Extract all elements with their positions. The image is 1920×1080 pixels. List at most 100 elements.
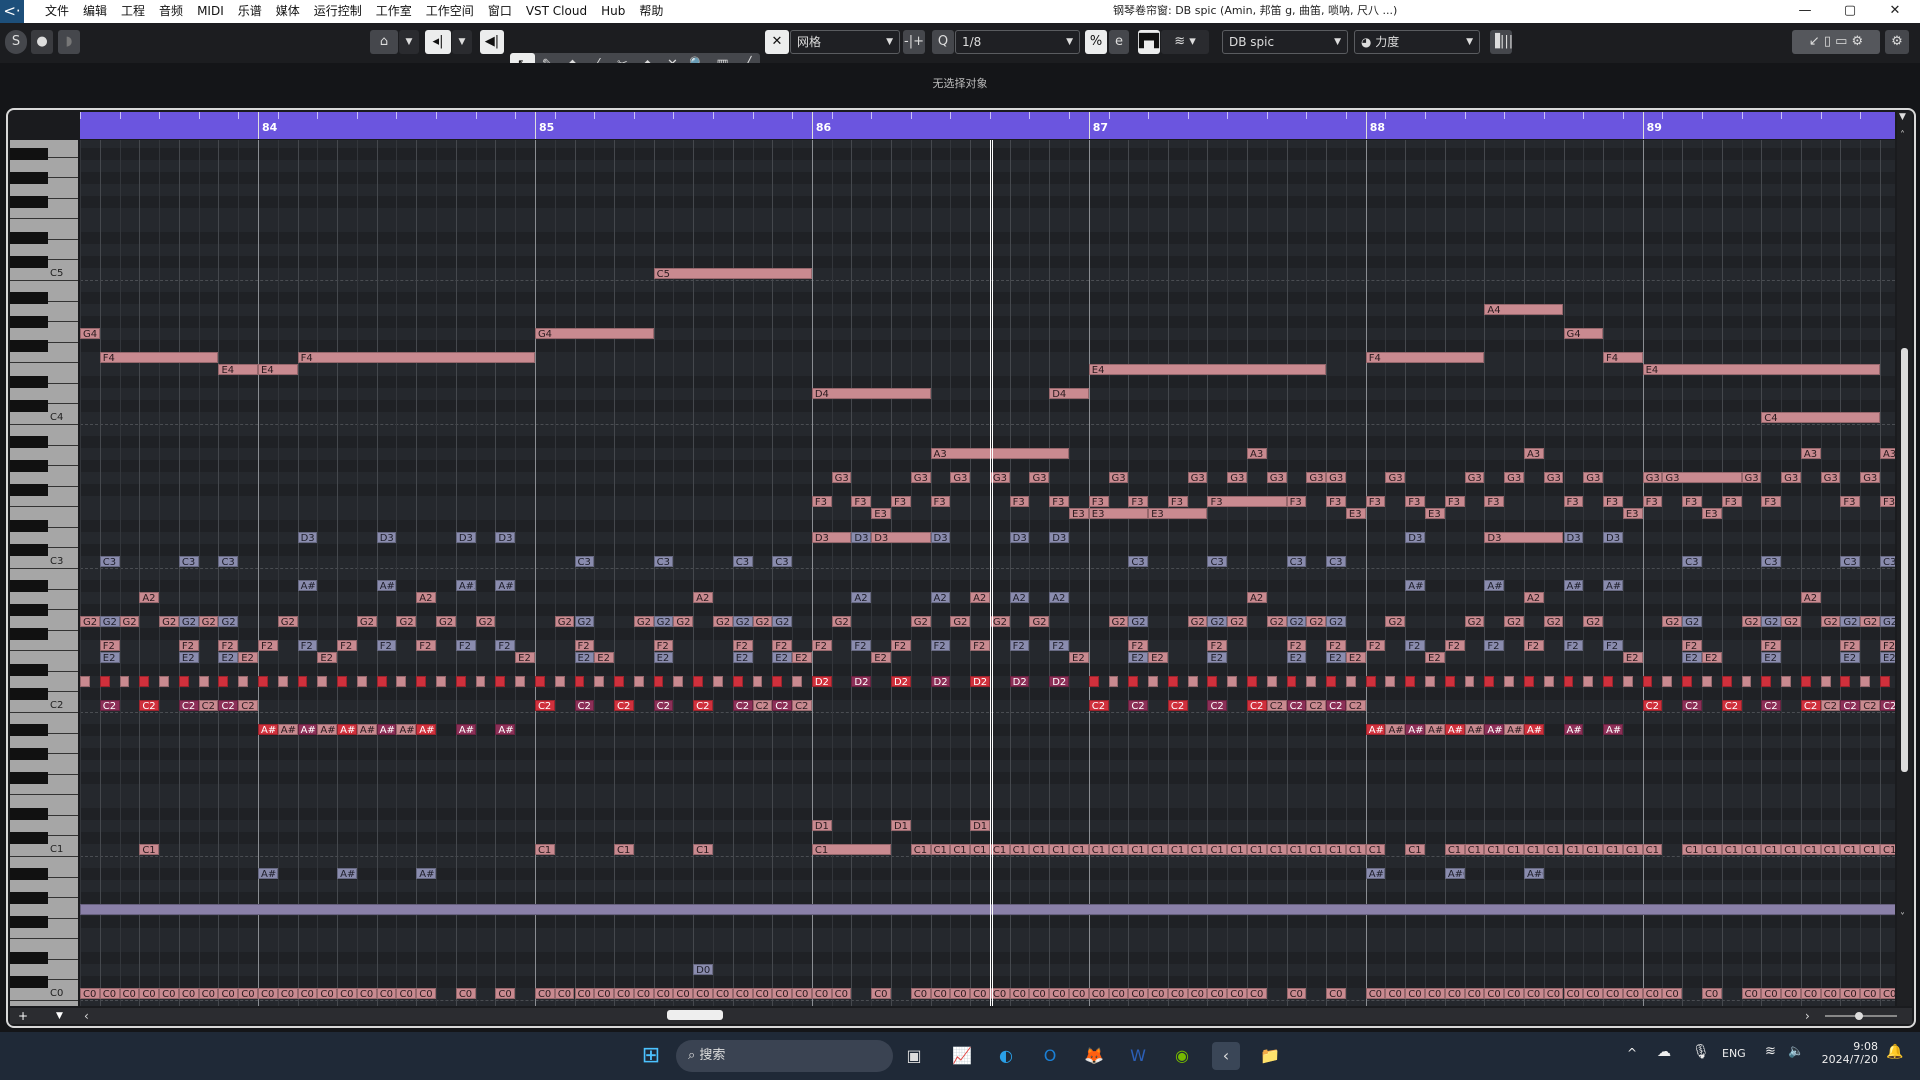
midi-note[interactable]: C0 — [732, 988, 753, 999]
midi-note[interactable]: C1 — [1682, 844, 1702, 855]
black-key[interactable] — [10, 772, 48, 784]
midi-note[interactable] — [1365, 676, 1376, 687]
midi-note[interactable]: G3 — [1781, 472, 1801, 483]
midi-note[interactable]: F3 — [1088, 496, 1109, 507]
midi-note[interactable]: F2 — [178, 640, 199, 651]
midi-note[interactable]: F3 — [1049, 496, 1069, 507]
midi-note[interactable]: C0 — [1622, 988, 1643, 999]
black-key[interactable] — [10, 484, 48, 496]
midi-note[interactable]: G2 — [712, 616, 733, 627]
midi-note[interactable] — [1761, 676, 1772, 687]
midi-note[interactable]: G2 — [119, 616, 140, 627]
midi-note[interactable]: A#1 — [1504, 724, 1524, 735]
midi-note[interactable] — [198, 676, 209, 687]
midi-note[interactable]: F3 — [1009, 496, 1030, 507]
menu-item[interactable]: VST Cloud — [519, 0, 594, 23]
midi-note[interactable]: C0 — [1543, 988, 1564, 999]
black-key[interactable] — [10, 148, 48, 160]
snap-icon[interactable]: ✕ — [765, 30, 789, 54]
midi-note[interactable]: C0 — [1405, 988, 1426, 999]
midi-note[interactable] — [416, 676, 427, 687]
midi-note[interactable]: A#1 — [337, 724, 357, 735]
midi-note[interactable]: G2 — [772, 616, 793, 627]
midi-note[interactable] — [1088, 676, 1099, 687]
midi-note[interactable]: F2 — [930, 640, 951, 651]
midi-note[interactable] — [1781, 676, 1791, 687]
midi-note[interactable]: F2 — [1603, 640, 1623, 651]
midi-note[interactable]: E2 — [1286, 652, 1307, 663]
midi-note[interactable]: C2 — [1800, 700, 1821, 711]
midi-note[interactable]: C2 — [238, 700, 258, 711]
midi-note[interactable]: G2 — [1227, 616, 1247, 627]
midi-note[interactable]: C0 — [1365, 988, 1386, 999]
midi-note[interactable]: F2 — [1523, 640, 1544, 651]
midi-note[interactable]: F3 — [1128, 496, 1149, 507]
midi-note[interactable]: G2 — [653, 616, 674, 627]
midi-note[interactable]: A#2 — [297, 580, 318, 591]
midi-note[interactable]: F2 — [1207, 640, 1228, 651]
midi-note[interactable]: C0 — [1820, 988, 1841, 999]
midi-note[interactable]: D3 — [297, 532, 318, 543]
midi-note[interactable]: F2 — [772, 640, 793, 651]
midi-note[interactable]: C1 — [1365, 844, 1386, 855]
horizontal-scrollbar[interactable]: + ▼ ‹ › — [10, 1008, 1912, 1024]
midi-note[interactable]: F3 — [1484, 496, 1505, 507]
midi-note[interactable]: A#1 — [455, 724, 476, 735]
midi-note[interactable] — [1504, 676, 1515, 687]
add-button[interactable]: + — [18, 1008, 28, 1024]
midi-note[interactable]: G3 — [1108, 472, 1129, 483]
midi-note[interactable]: C1 — [1266, 844, 1287, 855]
midi-note[interactable]: C0 — [871, 988, 891, 999]
midi-note[interactable] — [1701, 676, 1712, 687]
midi-note[interactable]: C1 — [1879, 844, 1895, 855]
midi-note[interactable]: C2 — [1820, 700, 1841, 711]
midi-note[interactable]: F4 — [1603, 352, 1643, 363]
midi-note[interactable]: E2 — [1128, 652, 1149, 663]
midi-note[interactable] — [258, 676, 268, 687]
midi-note[interactable]: G2 — [198, 616, 219, 627]
midi-note[interactable]: C1 — [910, 844, 931, 855]
midi-note[interactable]: C2 — [732, 700, 753, 711]
midi-note[interactable]: E3 — [1148, 508, 1208, 519]
menu-item[interactable]: 媒体 — [269, 0, 307, 23]
midi-note[interactable]: A2 — [1523, 592, 1544, 603]
black-key[interactable] — [10, 580, 48, 592]
midi-note[interactable]: C1 — [1721, 844, 1742, 855]
midi-note[interactable]: C0 — [1701, 988, 1722, 999]
midi-note[interactable] — [178, 676, 189, 687]
midi-note[interactable]: C3 — [1286, 556, 1307, 567]
bottom-zone-icon[interactable]: ▭ — [1835, 34, 1851, 49]
midi-note[interactable]: A#1 — [416, 724, 437, 735]
midi-note[interactable]: A2 — [139, 592, 160, 603]
midi-note[interactable]: A#2 — [455, 580, 476, 591]
midi-note[interactable] — [1405, 676, 1416, 687]
midi-note[interactable]: F2 — [1365, 640, 1386, 651]
snap-type-dropdown[interactable]: 网格 ▼ — [790, 30, 900, 54]
midi-note[interactable]: E2 — [1425, 652, 1445, 663]
midi-note[interactable]: F2 — [1879, 640, 1895, 651]
midi-note[interactable]: F3 — [1207, 496, 1287, 507]
midi-note[interactable]: G2 — [436, 616, 456, 627]
midi-note[interactable] — [732, 676, 743, 687]
ruler[interactable]: 84 85 86 87 88 89 — [80, 112, 1895, 139]
midi-note[interactable]: C1 — [693, 844, 713, 855]
midi-note[interactable]: C3 — [1207, 556, 1228, 567]
midi-note[interactable]: F2 — [890, 640, 911, 651]
midi-note[interactable] — [1682, 676, 1693, 687]
menu-item[interactable]: 工作室 — [369, 0, 419, 23]
midi-note[interactable]: E2 — [99, 652, 120, 663]
midi-note[interactable]: D3 — [871, 532, 931, 543]
midi-note[interactable]: D3 — [1563, 532, 1584, 543]
midi-note[interactable]: F2 — [1009, 640, 1030, 651]
midi-note[interactable]: G3 — [1504, 472, 1524, 483]
midi-note[interactable]: E3 — [1622, 508, 1643, 519]
midi-note[interactable] — [1464, 676, 1475, 687]
midi-note[interactable]: F2 — [297, 640, 318, 651]
midi-note[interactable]: A#2 — [1484, 580, 1505, 591]
midi-note[interactable] — [515, 676, 526, 687]
midi-note[interactable]: E3 — [1425, 508, 1445, 519]
black-key[interactable] — [10, 436, 48, 448]
midi-note[interactable]: C2 — [653, 700, 674, 711]
midi-note[interactable] — [594, 676, 605, 687]
midi-note[interactable]: G3 — [950, 472, 971, 483]
